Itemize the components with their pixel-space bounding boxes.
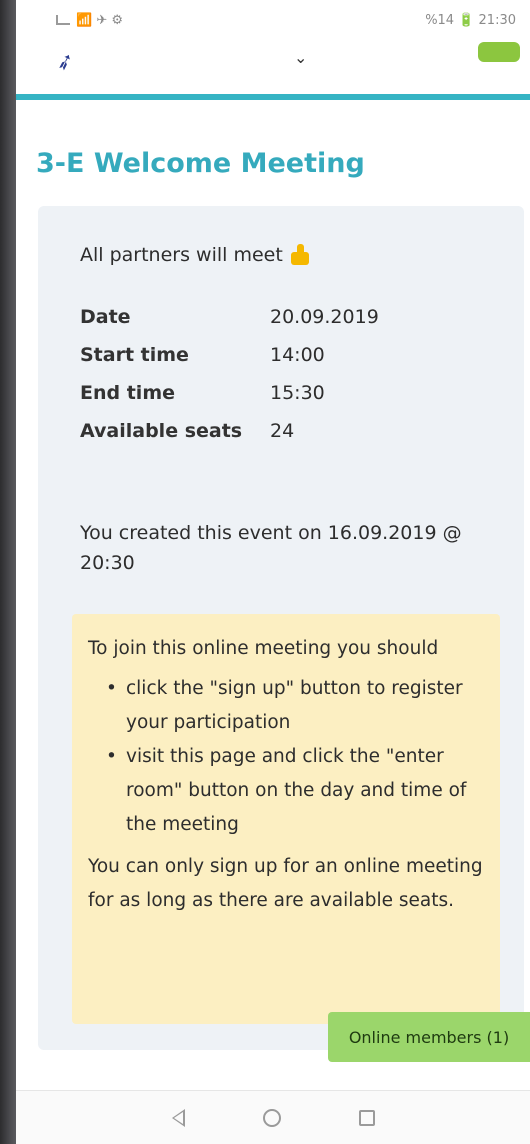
recent-apps-icon[interactable] xyxy=(358,1109,375,1126)
detail-value: 24 xyxy=(270,420,295,442)
detail-row-start-time: Start time 14:00 xyxy=(80,336,379,374)
detail-value: 20.09.2019 xyxy=(270,306,379,328)
detail-value: 14:00 xyxy=(270,344,325,366)
detail-label: Start time xyxy=(80,344,189,366)
note-bullet: click the "sign up" button to register y… xyxy=(88,672,484,740)
detail-value: 15:30 xyxy=(270,382,325,404)
online-members-button[interactable]: Online members (1) xyxy=(328,1012,530,1062)
detail-label: Date xyxy=(80,306,131,328)
android-nav-bar xyxy=(16,1090,530,1144)
event-intro-text: All partners will meet xyxy=(80,244,283,266)
note-footer: You can only sign up for an online meeti… xyxy=(88,856,483,911)
status-left-icons: 📶 ✈ ⚙ xyxy=(76,12,123,28)
app-header: ➶ ⌄ xyxy=(16,40,530,100)
phone-screen: 📶 ✈ ⚙ %14 🔋 21:30 ➶ ⌄ 3-E Welcome Meetin… xyxy=(16,0,530,1144)
event-card: All partners will meet Date 20.09.2019 S… xyxy=(38,206,524,1050)
header-action-button[interactable] xyxy=(478,42,520,62)
status-bar: 📶 ✈ ⚙ %14 🔋 21:30 xyxy=(16,0,530,40)
note-bullets: click the "sign up" button to register y… xyxy=(88,672,484,842)
event-details: Date 20.09.2019 Start time 14:00 End tim… xyxy=(80,298,379,450)
home-icon[interactable] xyxy=(262,1108,281,1127)
status-left: 📶 ✈ ⚙ xyxy=(56,13,123,28)
detail-label: Available seats xyxy=(80,420,243,442)
chevron-down-icon[interactable]: ⌄ xyxy=(294,48,307,67)
join-instructions-note: To join this online meeting you should c… xyxy=(72,614,500,1024)
bird-logo-icon[interactable]: ➶ xyxy=(53,48,78,77)
device-bezel xyxy=(0,0,16,1144)
thumbs-up-icon xyxy=(289,244,313,266)
event-intro: All partners will meet xyxy=(80,244,313,266)
detail-row-available-seats: Available seats 24 xyxy=(80,412,379,450)
signal-icon xyxy=(56,15,70,25)
status-right: %14 🔋 21:30 xyxy=(425,12,516,28)
detail-row-end-time: End time 15:30 xyxy=(80,374,379,412)
note-bullet: visit this page and click the "enter roo… xyxy=(88,740,484,842)
event-created-text: You created this event on 16.09.2019 @ 2… xyxy=(80,522,462,574)
page-title: 3-E Welcome Meeting xyxy=(36,148,365,179)
note-lead: To join this online meeting you should xyxy=(88,638,439,659)
back-icon[interactable] xyxy=(171,1108,185,1127)
detail-label: End time xyxy=(80,382,175,404)
detail-row-date: Date 20.09.2019 xyxy=(80,298,379,336)
